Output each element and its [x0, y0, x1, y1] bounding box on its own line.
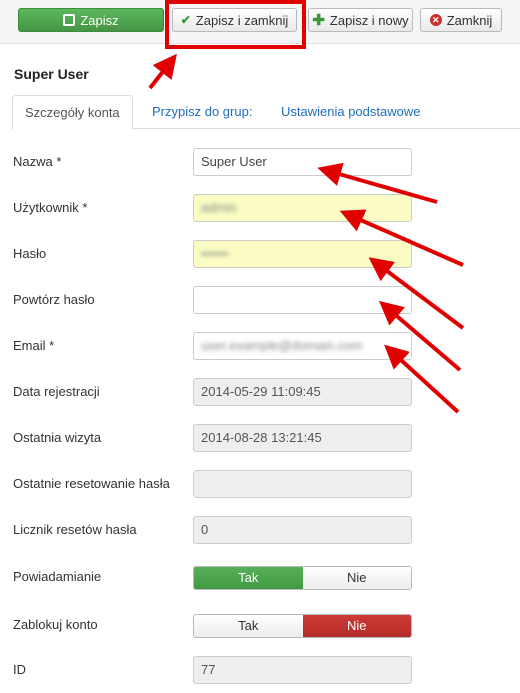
last-visit-field: 2014-08-28 13:21:45 [193, 424, 412, 452]
form-row-reset-count: Licznik resetów hasła 0 [0, 516, 520, 544]
reset-count-label: Licznik resetów hasła [13, 522, 137, 537]
form-row-name: Nazwa * Super User [0, 148, 520, 176]
name-label: Nazwa * [13, 154, 62, 169]
password-repeat-field[interactable] [193, 286, 412, 314]
block-no-button[interactable]: Nie [302, 615, 411, 637]
close-button-label: Zamknij [446, 12, 493, 28]
notify-label: Powiadamianie [13, 569, 102, 584]
tab-assign-groups[interactable]: Przypisz do grup: [140, 95, 264, 129]
block-yes-button[interactable]: Tak [194, 615, 303, 637]
annotation-arrow-toolbar [148, 53, 177, 90]
form-row-email: Email * user.example@domain.com [0, 332, 520, 360]
last-reset-field [193, 470, 412, 498]
notify-no-button[interactable]: Nie [302, 567, 411, 589]
email-field[interactable]: user.example@domain.com [193, 332, 412, 360]
close-button[interactable]: ✕ Zamknij [420, 8, 502, 32]
annotation-highlight-box [165, 0, 306, 49]
form-row-username: Użytkownik * admin [0, 194, 520, 222]
reset-count-field: 0 [193, 516, 412, 544]
plus-icon: ✚ [312, 11, 325, 29]
form-row-id: ID 77 [0, 656, 520, 684]
form-row-last-visit: Ostatnia wizyta 2014-08-28 13:21:45 [0, 424, 520, 452]
tab-bar: Szczegóły konta Przypisz do grup: Ustawi… [12, 95, 520, 130]
register-date-label: Data rejestracji [13, 384, 100, 399]
form-row-notify: Powiadamianie Tak Nie [0, 566, 520, 594]
tab-account-details[interactable]: Szczegóły konta [12, 95, 133, 130]
page-title: Super User [14, 66, 89, 82]
close-icon: ✕ [429, 14, 442, 26]
save-button[interactable]: Zapisz [18, 8, 164, 32]
name-field[interactable]: Super User [193, 148, 412, 176]
notify-yes-button[interactable]: Tak [194, 567, 303, 589]
form-row-password: Hasło •••••• [0, 240, 520, 268]
form-row-register-date: Data rejestracji 2014-05-29 11:09:45 [0, 378, 520, 406]
notify-toggle: Tak Nie [193, 566, 412, 590]
password-value: •••••• [201, 246, 229, 261]
block-label: Zablokuj konto [13, 617, 98, 632]
save-and-new-label: Zapisz i nowy [329, 12, 409, 28]
form-row-last-reset: Ostatnie resetowanie hasła [0, 470, 520, 498]
id-field: 77 [193, 656, 412, 684]
last-reset-label: Ostatnie resetowanie hasła [13, 476, 170, 491]
password-repeat-label: Powtórz hasło [13, 292, 95, 307]
save-button-label: Zapisz [80, 12, 119, 28]
username-field[interactable]: admin [193, 194, 412, 222]
tab-basic-settings[interactable]: Ustawienia podstawowe [269, 95, 432, 129]
save-and-new-button[interactable]: ✚ Zapisz i nowy [308, 8, 413, 32]
last-visit-label: Ostatnia wizyta [13, 430, 102, 445]
email-value: user.example@domain.com [201, 338, 363, 353]
form-row-block: Zablokuj konto Tak Nie [0, 614, 520, 642]
email-label: Email * [13, 338, 55, 353]
password-label: Hasło [13, 246, 47, 261]
form-row-password-repeat: Powtórz hasło [0, 286, 520, 314]
block-toggle: Tak Nie [193, 614, 412, 638]
username-label: Użytkownik * [13, 200, 88, 215]
edit-icon [63, 14, 76, 26]
username-value: admin [201, 200, 237, 215]
id-label: ID [13, 662, 26, 677]
password-field[interactable]: •••••• [193, 240, 412, 268]
register-date-field: 2014-05-29 11:09:45 [193, 378, 412, 406]
